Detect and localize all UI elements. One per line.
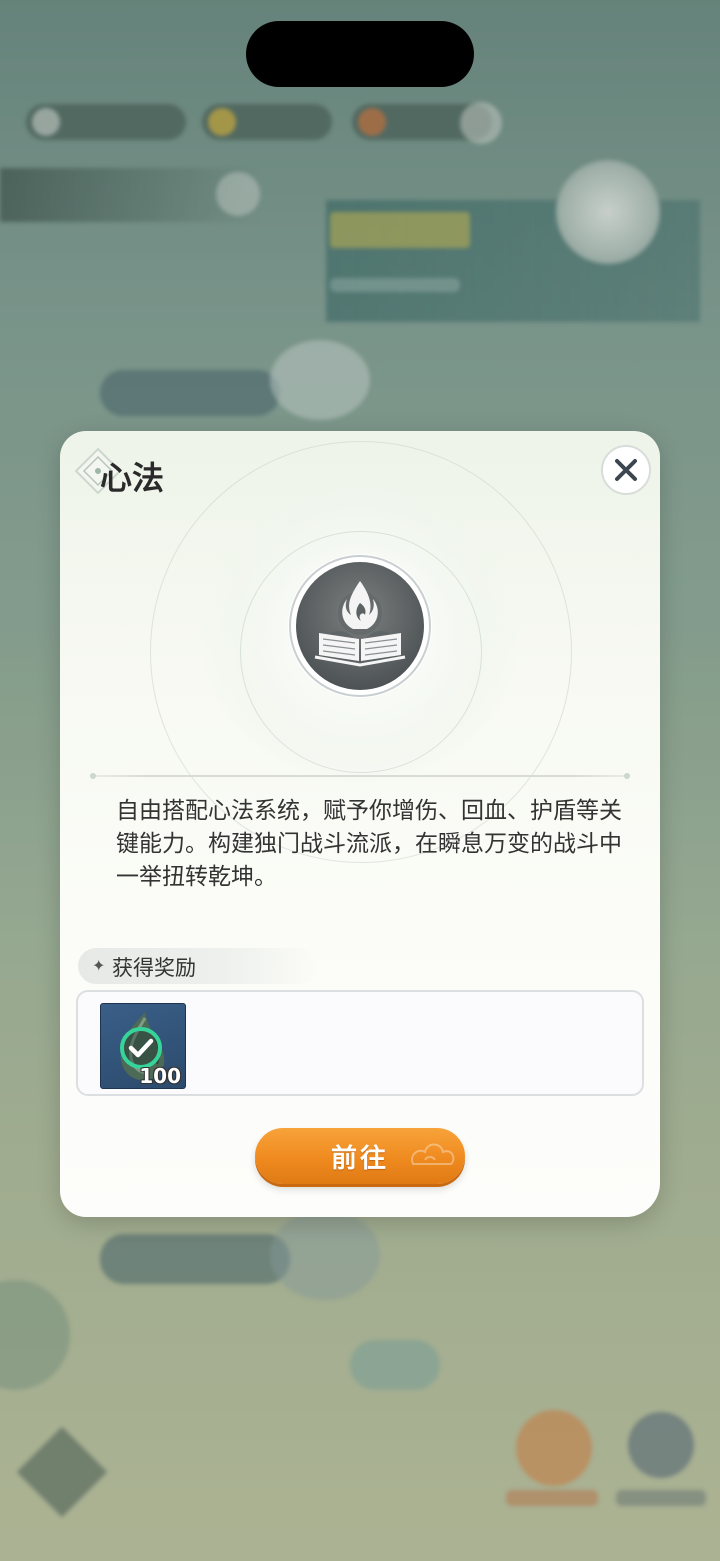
reward-section-header: ✦ 获得奖励 xyxy=(78,948,318,984)
phone-notch xyxy=(246,21,474,87)
close-button[interactable] xyxy=(601,445,651,495)
cloud-ornament-icon xyxy=(411,1143,455,1165)
sparkle-icon: ✦ xyxy=(92,956,106,975)
reward-item[interactable]: 100 xyxy=(100,1003,186,1089)
reward-list: 100 xyxy=(76,990,644,1096)
xinfa-dialog: 心法 自由搭配心法系统，赋予你增伤、回血、护盾等关键能力。构建独门战斗流派，在瞬… xyxy=(60,431,660,1217)
flame-book-icon xyxy=(288,554,432,698)
go-button-label: 前往 xyxy=(330,1143,389,1174)
close-icon xyxy=(615,459,637,481)
reward-section-label: 获得奖励 xyxy=(112,956,196,980)
go-button[interactable]: 前往 xyxy=(255,1128,465,1184)
divider xyxy=(90,773,630,779)
dialog-title: 心法 xyxy=(100,459,165,497)
reward-count: 100 xyxy=(139,1064,181,1088)
dialog-description: 自由搭配心法系统，赋予你增伤、回血、护盾等关键能力。构建独门战斗流派，在瞬息万变… xyxy=(116,798,622,890)
